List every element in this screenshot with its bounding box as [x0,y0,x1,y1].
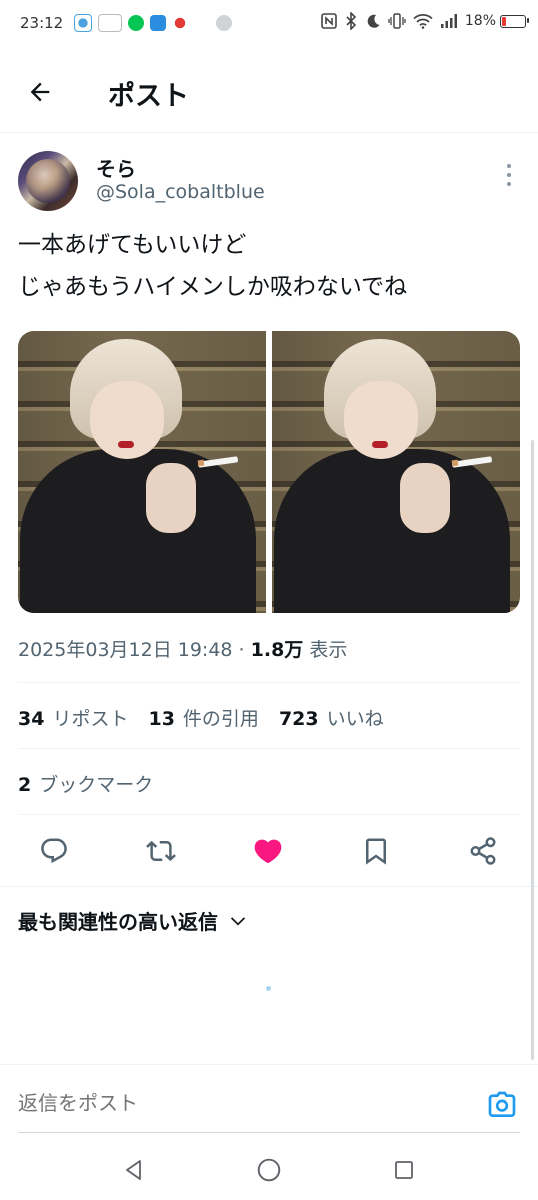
battery-fill [502,16,506,26]
nfc-icon [321,13,337,29]
status-bar: 23:12 18% [0,0,538,50]
likes-count: 723 [278,708,319,730]
reply-underline [18,1132,520,1133]
divider [18,748,520,749]
avatar[interactable] [18,151,78,211]
photo-cigarette-tip [451,459,459,467]
camera-icon [488,1091,516,1117]
app-icon-3 [172,15,188,31]
status-time: 23:12 [20,14,64,32]
photo-cigarette-tip [197,459,205,467]
post-media-grid [18,331,520,613]
nav-back-button[interactable] [120,1156,148,1184]
assistant-icon [216,15,232,31]
photo-figure-hand [400,463,450,533]
circle-home-icon [257,1158,281,1182]
quotes-count: 13 [148,708,175,730]
reposts-count: 34 [18,708,45,730]
post-text: 一本あげてもいいけど じゃあもうハイメンしか吸わないでね [18,224,523,308]
likes-stat[interactable]: 723 いいね [279,704,384,731]
quotes-label: 件の引用 [182,708,259,730]
reply-icon [41,838,67,864]
wifi-icon [413,14,433,29]
status-notification-icons [74,14,232,32]
more-dot [507,182,511,186]
more-options-button[interactable] [500,164,518,186]
bookmark-icon [366,838,386,865]
repost-icon [146,840,176,862]
photo-figure-hand [146,463,196,533]
app-icon-2 [98,14,122,32]
bookmarks-stat[interactable]: 2 ブックマーク [18,770,153,797]
repost-button[interactable] [144,834,178,868]
avatar-image [26,159,70,203]
photo-figure-lips [372,441,388,448]
post-text-line: 一本あげてもいいけど [18,232,247,258]
views-label: 表示 [303,639,348,661]
quotes-stat[interactable]: 13 件の引用 [148,704,258,731]
share-button[interactable] [466,834,500,868]
divider [0,886,538,887]
scrollbar[interactable] [531,440,534,1060]
share-icon [470,837,496,865]
square-recents-icon [395,1161,413,1179]
arrow-left-icon [30,82,50,102]
bluetooth-icon [346,12,357,30]
display-name[interactable]: そら [96,153,136,182]
reply-sort-dropdown[interactable]: 最も関連性の高い返信 [18,906,248,935]
more-dot [507,164,511,168]
chevron-down-icon [230,916,246,926]
meta-separator: · [232,639,251,661]
status-system-icons: 18% [321,12,529,30]
post-action-bar [0,820,538,884]
battery-icon: 18% [464,13,529,29]
back-button[interactable] [22,74,58,110]
reply-button[interactable] [37,834,71,868]
signal-icon [440,14,457,28]
bookmark-button[interactable] [359,834,393,868]
reply-composer [0,1064,538,1135]
triangle-back-icon [126,1160,141,1180]
post-timestamp[interactable]: 2025年03月12日 19:48 [18,639,233,661]
views-count: 1.8万 [250,639,304,661]
post-stats: 34 リポスト 13 件の引用 723 いいね [18,704,384,731]
likes-label: いいね [326,708,384,730]
vibrate-icon [388,13,406,29]
app-icon-1 [74,14,92,32]
post-text-line: じゃあもうハイメンしか吸わないでね [18,274,408,300]
heart-icon [254,839,282,864]
reply-sort-label: 最も関連性の高い返信 [18,910,218,934]
bookmarks-count: 2 [18,774,32,796]
reposts-label: リポスト [52,708,129,730]
camera-button[interactable] [486,1089,518,1121]
battery-shell [500,14,529,28]
post-meta: 2025年03月12日 19:48 · 1.8万 表示 [18,635,347,662]
youtube-icon [150,15,166,31]
bookmarks-label: ブックマーク [39,774,154,796]
like-button[interactable] [251,834,285,868]
dnd-moon-icon [367,14,380,28]
reposts-stat[interactable]: 34 リポスト [18,704,128,731]
user-handle[interactable]: @Sola_cobaltblue [96,181,265,203]
loading-indicator [266,986,271,991]
reply-input[interactable] [18,1091,458,1115]
divider [18,814,520,815]
line-icon [128,15,144,31]
more-dot [507,173,511,177]
nav-recents-button[interactable] [390,1156,418,1184]
nav-home-button[interactable] [255,1156,283,1184]
page-title: ポスト [108,81,189,112]
app-header: ポスト [0,50,538,133]
photo-figure-hoodie [274,449,510,613]
system-nav-bar [0,1136,538,1200]
post-photo-1[interactable] [18,331,266,613]
divider [18,682,520,683]
photo-figure-lips [118,441,134,448]
post-photo-2[interactable] [272,331,520,613]
battery-percent: 18% [464,13,496,29]
photo-figure-hoodie [20,449,256,613]
battery-tip [527,18,529,23]
